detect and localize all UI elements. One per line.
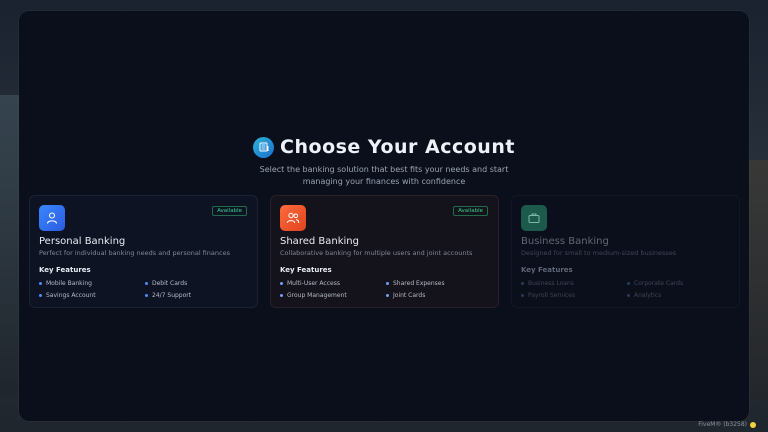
account-cards: Available Personal Banking Perfect for i… [29, 195, 740, 308]
feature-label: Mobile Banking [46, 279, 92, 287]
card-description: Collaborative banking for multiple users… [280, 249, 473, 257]
key-features-label: Key Features [521, 266, 573, 274]
card-title: Personal Banking [39, 236, 126, 247]
card-shared-banking[interactable]: Available Shared Banking Collaborative b… [270, 195, 499, 308]
feature-item: Corporate Cards [627, 279, 733, 287]
card-description: Perfect for individual banking needs and… [39, 249, 230, 257]
feature-item: 24/7 Support [145, 291, 251, 299]
feature-item: Group Management [280, 291, 386, 299]
bullet-icon [39, 281, 42, 285]
bullet-icon [521, 281, 524, 285]
title-row: Choose Your Account [19, 135, 749, 159]
bank-logo-icon [253, 136, 275, 158]
feature-item: Analytics [627, 291, 733, 299]
feature-list: Mobile Banking Debit Cards Savings Accou… [39, 279, 251, 299]
feature-item: Joint Cards [386, 291, 492, 299]
feature-label: Joint Cards [393, 291, 426, 299]
feature-list: Business Loans Corporate Cards Payroll S… [521, 279, 733, 299]
card-business-banking[interactable]: Business Banking Designed for small to m… [511, 195, 740, 308]
fivem-logo-icon [750, 421, 756, 428]
card-description: Designed for small to medium-sized busin… [521, 249, 677, 257]
bullet-icon [145, 293, 148, 297]
users-icon [280, 205, 306, 231]
build-tag: FiveM® (b3258) [698, 421, 756, 428]
status-badge: Available [212, 206, 247, 216]
feature-item: Business Loans [521, 279, 627, 287]
feature-label: 24/7 Support [152, 291, 192, 299]
bullet-icon [280, 281, 283, 285]
background-right [748, 160, 768, 400]
feature-label: Multi-User Access [287, 279, 340, 287]
subtitle-line-1: Select the banking solution that best fi… [259, 165, 509, 174]
feature-item: Shared Expenses [386, 279, 492, 287]
feature-label: Group Management [287, 291, 347, 299]
background-left [0, 95, 20, 395]
build-label: FiveM® (b3258) [698, 421, 747, 428]
bullet-icon [627, 293, 630, 297]
subtitle-line-2: managing your finances with confidence [302, 177, 466, 186]
bullet-icon [386, 281, 389, 285]
feature-item: Debit Cards [145, 279, 251, 287]
header: Choose Your Account Select the banking s… [19, 135, 749, 188]
feature-label: Debit Cards [152, 279, 188, 287]
feature-label: Corporate Cards [634, 279, 684, 287]
feature-label: Payroll Services [528, 291, 576, 299]
page-subtitle: Select the banking solution that best fi… [19, 164, 749, 188]
card-personal-banking[interactable]: Available Personal Banking Perfect for i… [29, 195, 258, 308]
key-features-label: Key Features [280, 266, 332, 274]
key-features-label: Key Features [39, 266, 91, 274]
bullet-icon [145, 281, 148, 285]
feature-label: Business Loans [528, 279, 574, 287]
feature-label: Savings Account [46, 291, 96, 299]
bullet-icon [39, 293, 42, 297]
account-selection-panel: Choose Your Account Select the banking s… [19, 11, 749, 421]
bullet-icon [386, 293, 389, 297]
feature-item: Payroll Services [521, 291, 627, 299]
page-title: Choose Your Account [280, 136, 515, 158]
feature-label: Shared Expenses [393, 279, 445, 287]
feature-label: Analytics [634, 291, 662, 299]
card-title: Shared Banking [280, 236, 359, 247]
feature-list: Multi-User Access Shared Expenses Group … [280, 279, 492, 299]
card-title: Business Banking [521, 236, 609, 247]
user-icon [39, 205, 65, 231]
bullet-icon [627, 281, 630, 285]
feature-item: Multi-User Access [280, 279, 386, 287]
status-badge: Available [453, 206, 488, 216]
bullet-icon [280, 293, 283, 297]
briefcase-icon [521, 205, 547, 231]
bullet-icon [521, 293, 524, 297]
feature-item: Savings Account [39, 291, 145, 299]
feature-item: Mobile Banking [39, 279, 145, 287]
